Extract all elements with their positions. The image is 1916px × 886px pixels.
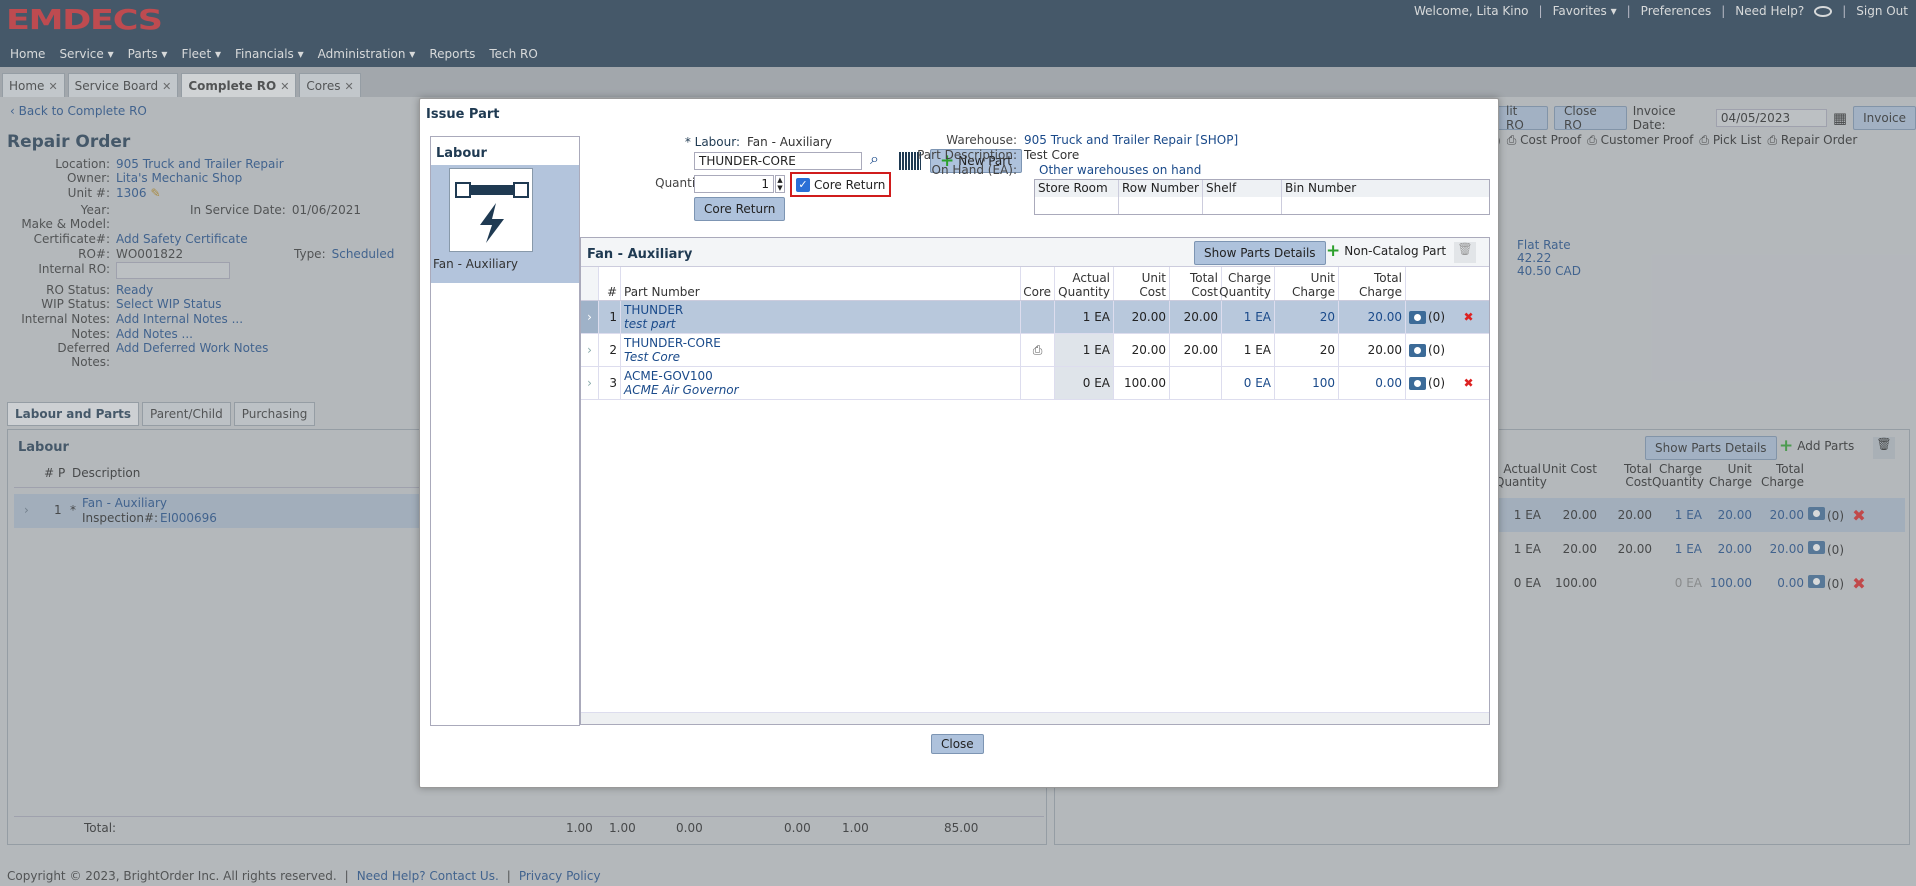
camera-icon[interactable] <box>1409 343 1426 357</box>
expand-icon: › <box>581 367 599 399</box>
grid-title: Fan - Auxiliary <box>587 247 693 262</box>
labour-list-title: Labour <box>436 146 487 161</box>
warehouse-table: Store Room Row Number Shelf Bin Number <box>1034 179 1490 215</box>
lightning-icon <box>449 168 533 252</box>
grid-header: # Part Number Core Actual Quantity Unit … <box>581 267 1489 301</box>
delete-icon[interactable]: ✖ <box>1448 301 1489 333</box>
grid-row-2[interactable]: › 2 THUNDER-CORE Test Core ⎙ 1 EA 20.00 2… <box>581 334 1489 367</box>
part-number-input[interactable]: THUNDER-CORE <box>694 152 862 170</box>
labour-item[interactable]: Fan - Auxiliary <box>431 165 579 283</box>
expand-icon: › <box>581 301 599 333</box>
warehouse-value[interactable]: 905 Truck and Trailer Repair [SHOP] <box>1024 133 1238 147</box>
qty-input[interactable]: 1 <box>694 175 774 193</box>
core-return-label[interactable]: Core Return <box>814 178 885 192</box>
issued-parts-grid: Fan - Auxiliary Show Parts Details + Non-… <box>580 237 1490 725</box>
core-return-checkbox[interactable]: ✓ <box>796 177 810 192</box>
core-return-checkbox-highlight[interactable]: ✓ Core Return <box>790 172 891 197</box>
desc-label: Part Description: <box>917 148 1017 162</box>
core-return-button[interactable]: Core Return <box>694 197 786 221</box>
trash-icon[interactable]: 🗑 <box>1454 242 1476 263</box>
close-button[interactable]: Close <box>931 734 984 754</box>
plus-icon: + <box>1326 241 1341 261</box>
desc-value: Test Core <box>1024 148 1080 162</box>
warehouse-label: Warehouse: <box>946 133 1017 147</box>
labour-list: Labour Fan - Auxiliary <box>430 136 580 726</box>
camera-icon[interactable] <box>1409 310 1426 324</box>
grid-row-3[interactable]: › 3 ACME-GOV100 ACME Air Governor 0 EA 10… <box>581 367 1489 400</box>
camera-icon[interactable] <box>1409 376 1426 390</box>
labour-label: * Labour: <box>684 135 740 149</box>
grid-row-1[interactable]: › 1 THUNDER test part 1 EA 20.00 20.00 1 … <box>581 301 1489 334</box>
labour-value: Fan - Auxiliary <box>747 135 833 149</box>
dialog-title: Issue Part <box>426 107 500 122</box>
show-parts-details-button[interactable]: Show Parts Details <box>1194 241 1326 265</box>
grid-scrollbar[interactable] <box>581 712 1489 724</box>
printer-icon[interactable]: ⎙ <box>1021 334 1055 366</box>
delete-icon[interactable]: ✖ <box>1448 367 1489 399</box>
other-warehouses-link[interactable]: Other warehouses on hand <box>1039 163 1201 177</box>
qty-spinner[interactable]: ▲ ▼ <box>775 175 785 193</box>
non-catalog-part-button[interactable]: + Non-Catalog Part <box>1326 241 1446 261</box>
expand-icon: › <box>581 334 599 366</box>
